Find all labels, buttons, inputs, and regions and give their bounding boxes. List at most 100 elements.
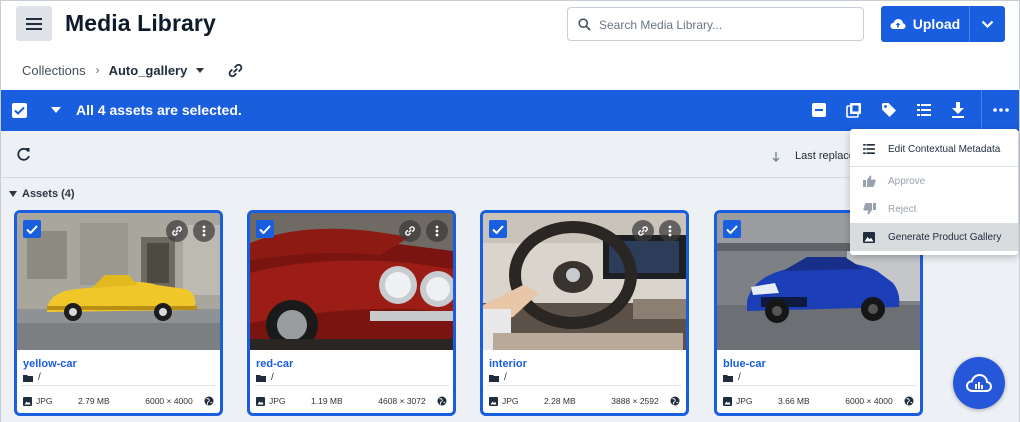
asset-thumbnail[interactable]	[483, 213, 686, 350]
asset-size: 1.19 MB	[311, 396, 343, 406]
assets-section-toggle[interactable]: Assets (4)	[9, 188, 75, 200]
asset-name[interactable]: interior	[489, 358, 527, 370]
deselect-button[interactable]	[810, 101, 828, 119]
upload-button[interactable]: Upload	[881, 6, 969, 42]
checkbox-checked-icon	[492, 224, 504, 234]
link-icon	[229, 63, 243, 77]
asset-name[interactable]: red-car	[256, 358, 293, 370]
asset-name[interactable]: yellow-car	[23, 358, 77, 370]
asset-more-button[interactable]	[193, 220, 215, 242]
link-icon	[172, 226, 182, 236]
asset-folder: /	[723, 372, 741, 383]
folder-icon	[723, 374, 733, 382]
menu-item-generate-product-gallery[interactable]: Generate Product Gallery	[850, 223, 1018, 251]
asset-link-button[interactable]	[166, 220, 188, 242]
sort-select[interactable]: Last replaced	[795, 150, 851, 162]
asset-meta: JPG 2.28 MB 3888 × 2592	[489, 394, 680, 408]
asset-link-button[interactable]	[399, 220, 421, 242]
link-icon	[638, 226, 648, 236]
breadcrumb-root[interactable]: Collections	[22, 63, 86, 78]
asset-checkbox[interactable]	[23, 220, 41, 238]
asset-more-button[interactable]	[659, 220, 681, 242]
more-actions-menu: Edit Contextual Metadata Approve Reject …	[850, 129, 1018, 255]
tag-button[interactable]	[880, 101, 898, 119]
collection-dropdown-button[interactable]	[196, 67, 205, 73]
menu-item-approve[interactable]: Approve	[850, 167, 1018, 195]
cloud-assistant-button[interactable]	[953, 357, 1005, 409]
selection-dropdown-button[interactable]	[51, 107, 61, 113]
caret-down-icon	[51, 107, 61, 113]
thumbs-up-icon	[850, 175, 888, 187]
more-actions-button[interactable]	[992, 101, 1010, 119]
metadata-button[interactable]	[915, 101, 933, 119]
asset-folder-path: /	[504, 372, 507, 383]
more-vertical-icon	[202, 225, 206, 237]
card-divider	[21, 385, 216, 386]
search-box[interactable]	[567, 7, 864, 41]
asset-card[interactable]: yellow-car / JPG 2.79 MB 6000 × 4000	[14, 210, 223, 416]
asset-checkbox[interactable]	[723, 220, 741, 238]
breadcrumb: Collections › Auto_gallery	[22, 61, 244, 79]
upload-button-group: Upload	[881, 6, 1005, 42]
search-input[interactable]	[599, 14, 854, 35]
asset-format-label: JPG	[36, 396, 53, 406]
asset-checkbox[interactable]	[489, 220, 507, 238]
asset-checkbox[interactable]	[256, 220, 274, 238]
asset-format: JPG	[723, 396, 778, 406]
asset-size: 2.79 MB	[78, 396, 110, 406]
asset-folder-path: /	[738, 372, 741, 383]
asset-size: 2.28 MB	[544, 396, 576, 406]
selection-bar: All 4 assets are selected.	[1, 90, 1019, 131]
asset-link-button[interactable]	[632, 220, 654, 242]
card-divider	[487, 385, 682, 386]
globe-icon	[437, 396, 447, 406]
caret-down-icon	[196, 67, 205, 73]
select-all-checkbox[interactable]	[12, 103, 27, 118]
checkbox-checked-icon	[726, 224, 738, 234]
asset-format-label: JPG	[502, 396, 519, 406]
asset-dimensions: 6000 × 4000	[145, 396, 193, 406]
red-car-image	[250, 213, 453, 350]
asset-folder-path: /	[271, 372, 274, 383]
add-to-collection-icon	[846, 103, 861, 118]
upload-options-button[interactable]	[970, 6, 1005, 42]
asset-thumbnail[interactable]	[17, 213, 220, 350]
more-vertical-icon	[668, 225, 672, 237]
card-divider	[254, 385, 449, 386]
globe-icon	[904, 396, 914, 406]
assets-section-label: Assets (4)	[22, 188, 75, 200]
refresh-button[interactable]	[16, 147, 31, 162]
copy-link-button[interactable]	[227, 62, 244, 79]
arrow-down-icon	[772, 152, 780, 162]
menu-item-label: Generate Product Gallery	[888, 231, 1002, 243]
asset-more-button[interactable]	[426, 220, 448, 242]
menu-item-label: Edit Contextual Metadata	[888, 143, 1001, 155]
sort-direction-button[interactable]	[772, 152, 780, 162]
asset-card[interactable]: red-car / JPG 1.19 MB 4608 × 3072	[247, 210, 456, 416]
upload-label: Upload	[912, 16, 961, 32]
thumbs-down-icon	[850, 203, 888, 215]
asset-format-label: JPG	[736, 396, 753, 406]
menu-item-label: Reject	[888, 203, 917, 215]
more-vertical-icon	[435, 225, 439, 237]
checkbox-checked-icon	[26, 224, 38, 234]
menu-item-reject[interactable]: Reject	[850, 195, 1018, 223]
yellow-car-image	[17, 213, 220, 350]
asset-thumbnail[interactable]	[250, 213, 453, 350]
hamburger-menu-button[interactable]	[16, 6, 52, 41]
asset-meta: JPG 2.79 MB 6000 × 4000	[23, 394, 214, 408]
globe-icon	[204, 396, 214, 406]
cloud-upload-icon	[890, 19, 906, 29]
asset-name[interactable]: blue-car	[723, 358, 766, 370]
asset-folder-path: /	[38, 372, 41, 383]
download-button[interactable]	[949, 101, 967, 119]
image-file-icon	[489, 396, 498, 406]
asset-dimensions: 4608 × 3072	[378, 396, 426, 406]
menu-item-label: Approve	[888, 175, 926, 187]
toolbar-divider	[981, 90, 982, 131]
add-to-collection-button[interactable]	[845, 101, 863, 119]
hamburger-menu-icon	[26, 17, 42, 30]
asset-dimensions: 6000 × 4000	[845, 396, 893, 406]
asset-card[interactable]: interior / JPG 2.28 MB 3888 × 2592	[480, 210, 689, 416]
menu-item-edit-contextual-metadata[interactable]: Edit Contextual Metadata	[850, 135, 1018, 163]
